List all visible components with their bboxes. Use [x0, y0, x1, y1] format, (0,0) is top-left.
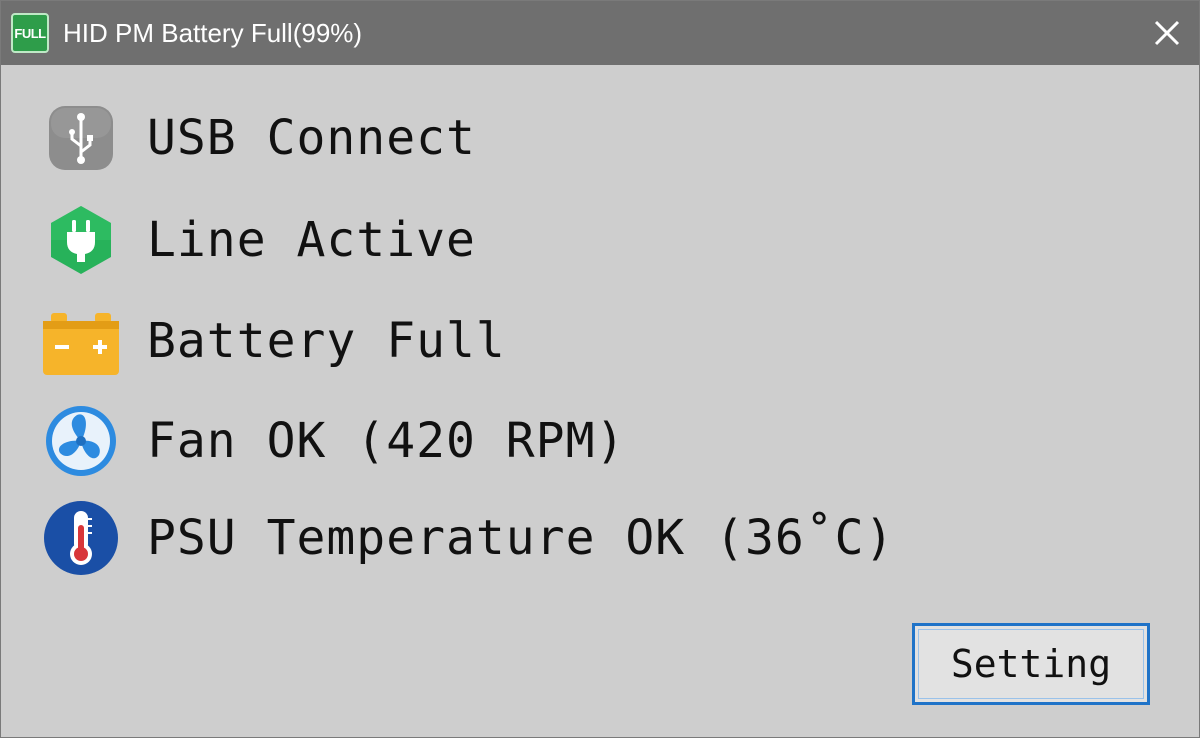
plug-icon — [41, 200, 121, 280]
battery-status-window: FULL HID PM Battery Full(99%) USB Connec… — [0, 0, 1200, 738]
status-row-line: Line Active — [41, 200, 476, 280]
status-row-usb: USB Connect — [41, 98, 476, 178]
status-row-battery: Battery Full — [41, 301, 506, 381]
temperature-status-label: PSU Temperature OK (36˚C) — [147, 510, 895, 566]
close-icon — [1154, 20, 1180, 46]
usb-status-label: USB Connect — [147, 110, 476, 166]
line-status-label: Line Active — [147, 212, 476, 268]
app-full-icon: FULL — [11, 13, 49, 53]
status-row-fan: Fan OK (420 RPM) — [41, 401, 625, 481]
fan-status-label: Fan OK (420 RPM) — [147, 413, 626, 469]
status-row-temperature: PSU Temperature OK (36˚C) — [41, 498, 894, 578]
title-bar[interactable]: FULL HID PM Battery Full(99%) — [1, 1, 1199, 65]
window-title: HID PM Battery Full(99%) — [63, 18, 363, 48]
battery-status-label: Battery Full — [147, 313, 506, 369]
fan-icon — [41, 401, 121, 481]
battery-icon — [41, 301, 121, 381]
setting-button[interactable]: Setting — [912, 623, 1150, 705]
usb-icon — [41, 98, 121, 178]
close-button[interactable] — [1149, 15, 1185, 51]
thermometer-icon — [41, 498, 121, 578]
setting-button-label: Setting — [950, 642, 1112, 686]
